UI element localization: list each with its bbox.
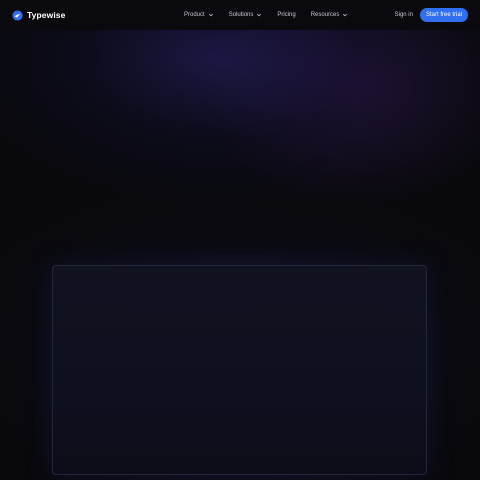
nav-item-solutions[interactable]: Solutions	[229, 12, 263, 18]
chevron-down-icon	[208, 13, 213, 17]
nav-item-label: Resources	[310, 12, 340, 18]
nav-item-product[interactable]: Product	[184, 12, 214, 18]
sign-in-link[interactable]: Sign in	[395, 12, 413, 18]
nav-actions: Sign in Start free trial	[395, 0, 468, 30]
nav-item-label: Product	[184, 12, 205, 18]
typewise-logo-icon	[12, 9, 23, 21]
start-free-trial-button[interactable]: Start free trial	[419, 8, 468, 22]
nav-item-label: Pricing	[277, 12, 296, 18]
brand-logo[interactable]: Typewise	[12, 9, 66, 21]
main-nav: Product Solutions Pricing Resources	[184, 0, 348, 30]
product-preview-panel	[52, 265, 427, 475]
chevron-down-icon	[257, 13, 262, 17]
brand-name: Typewise	[27, 10, 66, 20]
chevron-down-icon	[343, 13, 348, 17]
nav-item-resources[interactable]: Resources	[311, 12, 349, 18]
page: Typewise Product Solutions Pricing Resou…	[0, 0, 480, 480]
nav-item-pricing[interactable]: Pricing	[277, 12, 295, 18]
nav-item-label: Solutions	[228, 12, 254, 18]
top-navbar: Typewise Product Solutions Pricing Resou…	[0, 0, 480, 30]
